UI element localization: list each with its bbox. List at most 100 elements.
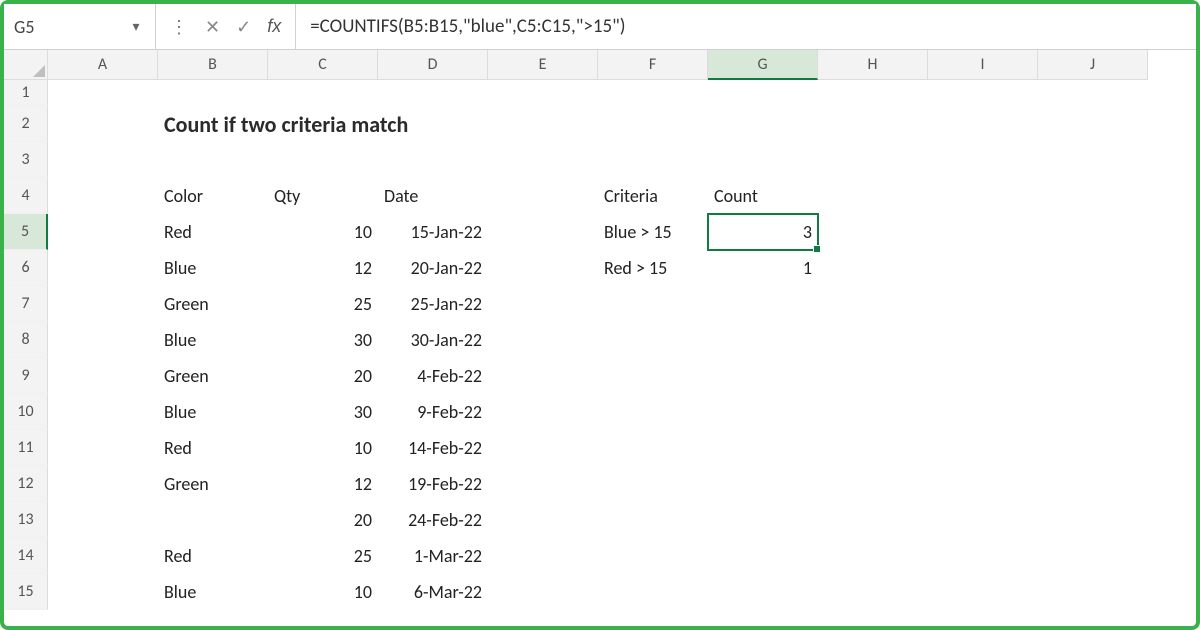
cell-B2[interactable]: Count if two criteria match bbox=[158, 106, 268, 142]
confirm-icon[interactable]: ✓ bbox=[236, 16, 251, 38]
row-header-7[interactable]: 7 bbox=[4, 286, 48, 322]
cell-D12[interactable]: 19-Feb-22 bbox=[378, 466, 488, 502]
cell-J12[interactable] bbox=[1038, 466, 1148, 502]
cell-G11[interactable] bbox=[708, 430, 818, 466]
cell-J5[interactable] bbox=[1038, 214, 1148, 250]
cell-E7[interactable] bbox=[488, 286, 598, 322]
fx-icon[interactable]: fx bbox=[267, 16, 281, 37]
cell-D9[interactable]: 4-Feb-22 bbox=[378, 358, 488, 394]
col-header-B[interactable]: B bbox=[158, 50, 268, 80]
cell-E5[interactable] bbox=[488, 214, 598, 250]
cell-H12[interactable] bbox=[818, 466, 928, 502]
cell-E12[interactable] bbox=[488, 466, 598, 502]
cell-A8[interactable] bbox=[48, 322, 158, 358]
row-header-11[interactable]: 11 bbox=[4, 430, 48, 466]
cell-A5[interactable] bbox=[48, 214, 158, 250]
cell-C5[interactable]: 10 bbox=[268, 214, 378, 250]
cell-A10[interactable] bbox=[48, 394, 158, 430]
cell-F6[interactable]: Red > 15 bbox=[598, 250, 708, 286]
cell-G13[interactable] bbox=[708, 502, 818, 538]
row-header-2[interactable]: 2 bbox=[4, 106, 48, 142]
cell-I10[interactable] bbox=[928, 394, 1038, 430]
cell-J8[interactable] bbox=[1038, 322, 1148, 358]
col-header-F[interactable]: F bbox=[598, 50, 708, 80]
cell-J7[interactable] bbox=[1038, 286, 1148, 322]
cell-G14[interactable] bbox=[708, 538, 818, 574]
cell-H8[interactable] bbox=[818, 322, 928, 358]
cancel-icon[interactable]: ✕ bbox=[205, 16, 220, 38]
cell-E14[interactable] bbox=[488, 538, 598, 574]
cell-A3[interactable] bbox=[48, 142, 158, 178]
cell-J9[interactable] bbox=[1038, 358, 1148, 394]
cell-H15[interactable] bbox=[818, 574, 928, 610]
select-all-corner[interactable] bbox=[4, 50, 48, 80]
col-header-A[interactable]: A bbox=[48, 50, 158, 80]
row-header-14[interactable]: 14 bbox=[4, 538, 48, 574]
row-header-3[interactable]: 3 bbox=[4, 142, 48, 178]
row-header-15[interactable]: 15 bbox=[4, 574, 48, 610]
cell-J14[interactable] bbox=[1038, 538, 1148, 574]
name-box[interactable]: G5 ▾ bbox=[4, 4, 156, 49]
cell-G3[interactable] bbox=[708, 142, 818, 178]
cell-E11[interactable] bbox=[488, 430, 598, 466]
col-header-D[interactable]: D bbox=[378, 50, 488, 80]
cell-H3[interactable] bbox=[818, 142, 928, 178]
cell-D4[interactable]: Date bbox=[378, 178, 488, 214]
cell-A13[interactable] bbox=[48, 502, 158, 538]
cell-J2[interactable] bbox=[1038, 106, 1148, 142]
cell-J11[interactable] bbox=[1038, 430, 1148, 466]
cell-F15[interactable] bbox=[598, 574, 708, 610]
cell-C3[interactable] bbox=[268, 142, 378, 178]
cell-G6[interactable]: 1 bbox=[708, 250, 818, 286]
col-header-I[interactable]: I bbox=[928, 50, 1038, 80]
cell-E13[interactable] bbox=[488, 502, 598, 538]
cell-H4[interactable] bbox=[818, 178, 928, 214]
cell-A12[interactable] bbox=[48, 466, 158, 502]
cell-D5[interactable]: 15-Jan-22 bbox=[378, 214, 488, 250]
cell-F2[interactable] bbox=[598, 106, 708, 142]
cell-D8[interactable]: 30-Jan-22 bbox=[378, 322, 488, 358]
cell-D15[interactable]: 6-Mar-22 bbox=[378, 574, 488, 610]
cell-C9[interactable]: 20 bbox=[268, 358, 378, 394]
cell-A14[interactable] bbox=[48, 538, 158, 574]
cell-A6[interactable] bbox=[48, 250, 158, 286]
cell-B8[interactable]: Blue bbox=[158, 322, 268, 358]
cell-H14[interactable] bbox=[818, 538, 928, 574]
cell-B4[interactable]: Color bbox=[158, 178, 268, 214]
row-header-10[interactable]: 10 bbox=[4, 394, 48, 430]
cell-E2[interactable] bbox=[488, 106, 598, 142]
cell-J13[interactable] bbox=[1038, 502, 1148, 538]
cell-F8[interactable] bbox=[598, 322, 708, 358]
cell-J3[interactable] bbox=[1038, 142, 1148, 178]
row-header-8[interactable]: 8 bbox=[4, 322, 48, 358]
cell-G12[interactable] bbox=[708, 466, 818, 502]
cell-B7[interactable]: Green bbox=[158, 286, 268, 322]
cell-D13[interactable]: 24-Feb-22 bbox=[378, 502, 488, 538]
cell-F14[interactable] bbox=[598, 538, 708, 574]
row-header-13[interactable]: 13 bbox=[4, 502, 48, 538]
cell-I7[interactable] bbox=[928, 286, 1038, 322]
cell-I11[interactable] bbox=[928, 430, 1038, 466]
cell-E1[interactable] bbox=[488, 80, 598, 106]
col-header-J[interactable]: J bbox=[1038, 50, 1148, 80]
cell-F13[interactable] bbox=[598, 502, 708, 538]
cell-H9[interactable] bbox=[818, 358, 928, 394]
cell-E8[interactable] bbox=[488, 322, 598, 358]
cell-I14[interactable] bbox=[928, 538, 1038, 574]
cell-I15[interactable] bbox=[928, 574, 1038, 610]
cell-I13[interactable] bbox=[928, 502, 1038, 538]
cell-J6[interactable] bbox=[1038, 250, 1148, 286]
cell-E4[interactable] bbox=[488, 178, 598, 214]
cell-G1[interactable] bbox=[708, 80, 818, 106]
cell-I5[interactable] bbox=[928, 214, 1038, 250]
cell-B6[interactable]: Blue bbox=[158, 250, 268, 286]
cell-A9[interactable] bbox=[48, 358, 158, 394]
cell-B9[interactable]: Green bbox=[158, 358, 268, 394]
cell-F7[interactable] bbox=[598, 286, 708, 322]
cell-I9[interactable] bbox=[928, 358, 1038, 394]
cell-D7[interactable]: 25-Jan-22 bbox=[378, 286, 488, 322]
cell-D3[interactable] bbox=[378, 142, 488, 178]
cell-D10[interactable]: 9-Feb-22 bbox=[378, 394, 488, 430]
cell-E6[interactable] bbox=[488, 250, 598, 286]
cell-B15[interactable]: Blue bbox=[158, 574, 268, 610]
